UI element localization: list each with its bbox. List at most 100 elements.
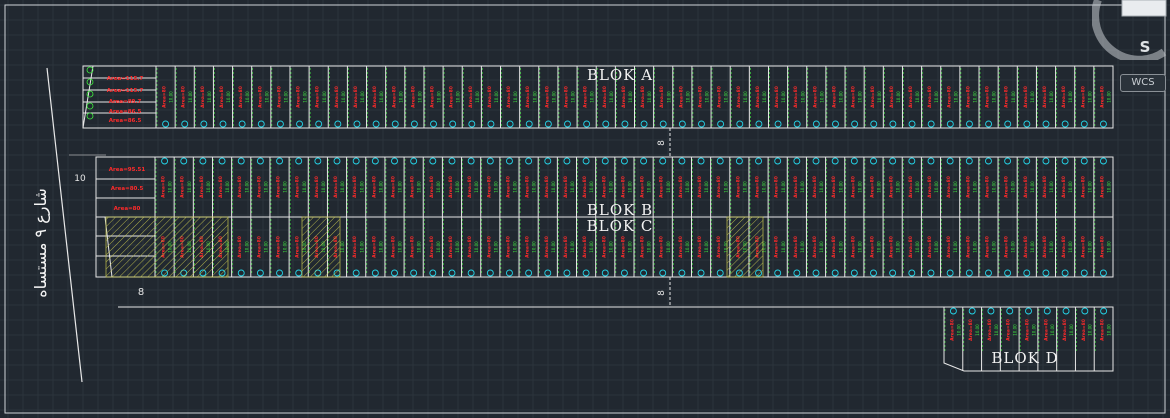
plot-number-marker: [314, 157, 322, 165]
plot-area-label: Area=80: [1061, 236, 1067, 258]
block-b-area-label: Area=80: [114, 206, 141, 212]
plot-area-label: Area=80: [296, 86, 302, 108]
plot-number-marker: [698, 120, 705, 128]
plot-dimension-label: 10.00: [975, 324, 980, 336]
block-c-title: BLOK C: [587, 217, 654, 235]
plot-area-label: Area=80: [927, 236, 933, 258]
plot-area-label: Area=80: [372, 86, 378, 108]
plot-number-marker: [1062, 307, 1070, 315]
plot-number-marker: [237, 157, 245, 165]
plot-area-label: Area=80: [410, 86, 416, 108]
plot-dimension-label: 10.00: [1087, 241, 1092, 253]
road-width-label-mid-a: 8: [657, 140, 667, 146]
plot-number-marker: [161, 157, 169, 165]
plot-area-label: Area=80: [908, 236, 914, 258]
plot-number-marker: [927, 120, 935, 128]
plot-area-label: Area=80: [1042, 236, 1048, 258]
plot-dimension-label: 10.00: [207, 91, 212, 103]
plot-dimension-label: 10.00: [666, 181, 671, 193]
wcs-menu-button[interactable]: WCS: [1120, 74, 1166, 92]
plot-area-label: Area=80: [735, 176, 741, 198]
plot-number-marker: [564, 120, 571, 128]
plot-dimension-label: 10.00: [742, 181, 747, 193]
plot-dimension-label: 10.00: [570, 181, 575, 193]
plot-number-marker: [468, 120, 476, 128]
plot-area-label: Area=80: [410, 236, 416, 258]
plot-area-label: Area=80: [563, 236, 569, 258]
plot-number-marker: [352, 157, 360, 165]
plot-number-marker: [1004, 120, 1012, 128]
block-a-area-label: Area=115.7: [107, 76, 144, 82]
plot-area-label: Area=80: [985, 86, 991, 108]
plot-dimension-label: 10.00: [1030, 181, 1035, 193]
plot-dimension-label: 10.00: [781, 241, 786, 253]
plot-dimension-label: 10.00: [474, 181, 479, 193]
plot-dimension-label: 10.00: [781, 91, 786, 103]
plot-dimension-label: 10.00: [571, 91, 576, 103]
plot-dimension-label: 10.00: [475, 91, 480, 103]
plot-area-label: Area=80: [755, 176, 761, 198]
plot-area-label: Area=80: [295, 176, 301, 198]
plot-dimension-label: 10.00: [819, 241, 824, 253]
plot-area-label: Area=80: [391, 236, 397, 258]
plot-area-label: Area=80: [583, 86, 589, 108]
plot-dimension-label: 10.00: [245, 91, 250, 103]
plot-dimension-label: 10.00: [436, 181, 441, 193]
road-width-label-mid-b: 8: [657, 290, 667, 296]
plot-number-marker: [659, 120, 667, 128]
plot-dimension-label: 10.00: [934, 91, 939, 103]
plot-area-label: Area=80: [736, 86, 742, 108]
plot-area-label: Area=80: [314, 176, 320, 198]
plot-area-label: Area=80: [946, 86, 952, 108]
plot-area-label: Area=80: [371, 176, 377, 198]
plot-number-marker: [180, 157, 188, 165]
plot-area-label: Area=80: [1023, 176, 1029, 198]
plot-dimension-label: 10.00: [417, 91, 422, 103]
plot-area-label: Area=80: [467, 176, 473, 198]
plot-area-label: Area=80: [1081, 319, 1087, 341]
plot-area-label: Area=80: [697, 176, 703, 198]
compass-south-label[interactable]: S: [1140, 38, 1151, 56]
plot-number-marker: [353, 120, 361, 128]
plot-dimension-label: 10.00: [1107, 324, 1112, 336]
plot-dimension-label: 10.00: [896, 91, 901, 103]
cad-drawing-canvas[interactable]: Area=80 10.00 Area=80 10.00 Area=80 10.00 Area…: [0, 0, 1170, 418]
plot-area-label: Area=80: [468, 86, 474, 108]
plot-area-label: Area=80: [505, 236, 511, 258]
plot-area-label: Area=80: [1025, 319, 1031, 341]
viewcube-face-icon[interactable]: [1121, 0, 1167, 17]
plot-dimension-label: 10.00: [513, 91, 518, 103]
plot-dimension-label: 10.00: [359, 181, 364, 193]
viewcube[interactable]: S: [1092, 0, 1170, 60]
plot-area-label: Area=80: [620, 176, 626, 198]
plot-dimension-label: 10.00: [493, 181, 498, 193]
plot-dimension-label: 10.00: [1068, 91, 1073, 103]
plot-number-marker: [200, 120, 208, 128]
plot-dimension-label: 10.00: [1011, 241, 1016, 253]
plot-dimension-label: 10.00: [474, 241, 479, 253]
plot-number-marker: [716, 157, 724, 165]
plot-dimension-label: 10.00: [953, 241, 958, 253]
plot-number-marker: [391, 157, 398, 165]
plot-dimension-label: 10.00: [723, 181, 728, 193]
plot-area-label: Area=80: [430, 86, 436, 108]
plot-dimension-label: 10.00: [877, 241, 882, 253]
plot-number-marker: [985, 157, 992, 165]
plot-number-marker: [410, 120, 418, 128]
plot-number-marker: [238, 120, 246, 128]
plot-dimension-label: 10.00: [1049, 241, 1054, 253]
plot-dimension-label: 10.00: [379, 91, 384, 103]
plot-area-label: Area=80: [486, 176, 492, 198]
plot-dimension-label: 10.00: [494, 91, 499, 103]
plot-area-label: Area=80: [716, 236, 722, 258]
plot-area-label: Area=80: [831, 236, 837, 258]
plot-area-label: Area=80: [1043, 319, 1049, 341]
plot-area-label: Area=80: [793, 176, 799, 198]
plot-dimension-label: 10.00: [953, 91, 958, 103]
plot-dimension-label: 10.00: [724, 91, 729, 103]
plot-area-label: Area=80: [697, 86, 703, 108]
plot-dimension-label: 10.00: [838, 181, 843, 193]
cad-drawing[interactable]: Area=80 10.00 Area=80 10.00 Area=80 10.00 Area…: [0, 0, 1170, 418]
plot-area-label: Area=80: [505, 176, 511, 198]
plot-area-label: Area=80: [812, 176, 818, 198]
